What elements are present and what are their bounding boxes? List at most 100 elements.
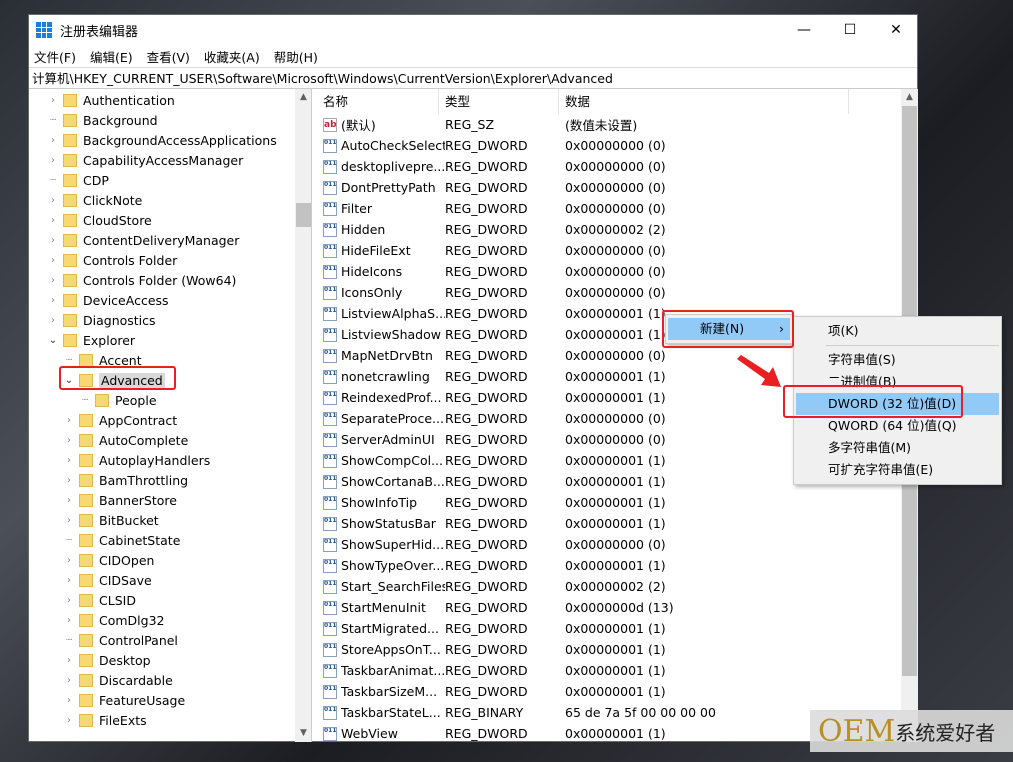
chevron-right-icon[interactable]: ›: [47, 95, 59, 106]
minimize-button[interactable]: —: [781, 15, 827, 45]
chevron-right-icon[interactable]: ›: [63, 615, 75, 626]
tree-item[interactable]: ›ClickNote: [47, 190, 142, 210]
value-row[interactable]: 011 110ShowTypeOver...REG_DWORD0x0000000…: [317, 555, 445, 576]
chevron-right-icon[interactable]: ›: [63, 715, 75, 726]
submenu-item[interactable]: QWORD (64 位)值(Q): [796, 415, 999, 437]
tree-item[interactable]: ›ContentDeliveryManager: [47, 230, 239, 250]
value-row[interactable]: 011 110ReindexedProf...REG_DWORD0x000000…: [317, 387, 445, 408]
submenu-item[interactable]: 字符串值(S): [796, 349, 999, 371]
column-name[interactable]: 名称: [317, 89, 439, 114]
value-row[interactable]: 011 110StartMenuInitREG_DWORD0x0000000d …: [317, 597, 445, 618]
chevron-right-icon[interactable]: ›: [63, 555, 75, 566]
submenu-item[interactable]: 项(K): [796, 320, 999, 342]
value-row[interactable]: 011 110ShowCortanaB...REG_DWORD0x0000000…: [317, 471, 445, 492]
tree-item[interactable]: ›CloudStore: [47, 210, 152, 230]
chevron-right-icon[interactable]: ›: [47, 255, 59, 266]
chevron-right-icon[interactable]: ›: [63, 435, 75, 446]
value-row[interactable]: 011 110nonetcrawlingREG_DWORD0x00000001 …: [317, 366, 445, 387]
tree-item[interactable]: ›CapabilityAccessManager: [47, 150, 243, 170]
chevron-right-icon[interactable]: ›: [63, 515, 75, 526]
tree-item[interactable]: ›Authentication: [47, 90, 175, 110]
chevron-down-icon[interactable]: ⌄: [47, 335, 59, 346]
tree-item[interactable]: ⌄Explorer: [47, 330, 135, 350]
value-row[interactable]: 011 110TaskbarAnimat...REG_DWORD0x000000…: [317, 660, 445, 681]
tree-item[interactable]: ›BackgroundAccessApplications: [47, 130, 277, 150]
chevron-right-icon[interactable]: ›: [63, 575, 75, 586]
value-row[interactable]: 011 110ListviewAlphaS...REG_DWORD0x00000…: [317, 303, 445, 324]
chevron-right-icon[interactable]: ›: [47, 135, 59, 146]
tree-item[interactable]: ┈Background: [47, 110, 158, 130]
value-row[interactable]: 011 110ServerAdminUIREG_DWORD0x00000000 …: [317, 429, 445, 450]
scroll-up-icon[interactable]: ▲: [295, 89, 312, 106]
value-row[interactable]: 011 110ShowCompCol...REG_DWORD0x00000001…: [317, 450, 445, 471]
value-row[interactable]: 011 110ShowInfoTipREG_DWORD0x00000001 (1…: [317, 492, 445, 513]
value-row[interactable]: 011 110AutoCheckSelectREG_DWORD0x0000000…: [317, 135, 445, 156]
chevron-right-icon[interactable]: ›: [47, 315, 59, 326]
tree-item[interactable]: ›BitBucket: [63, 510, 159, 530]
chevron-right-icon[interactable]: ›: [47, 275, 59, 286]
value-row[interactable]: 011 110MapNetDrvBtnREG_DWORD0x00000000 (…: [317, 345, 445, 366]
chevron-right-icon[interactable]: ›: [47, 215, 59, 226]
maximize-button[interactable]: ☐: [827, 15, 873, 45]
tree-scrollbar[interactable]: ▲ ▼: [295, 89, 312, 742]
chevron-right-icon[interactable]: ›: [63, 675, 75, 686]
column-type[interactable]: 类型: [439, 89, 559, 114]
value-row[interactable]: 011 110FilterREG_DWORD0x00000000 (0): [317, 198, 445, 219]
tree-item[interactable]: ›BamThrottling: [63, 470, 188, 490]
tree-item[interactable]: ›CLSID: [63, 590, 136, 610]
chevron-right-icon[interactable]: ›: [63, 475, 75, 486]
tree-item[interactable]: ┈ControlPanel: [63, 630, 178, 650]
chevron-right-icon[interactable]: ›: [63, 495, 75, 506]
value-row[interactable]: 011 110TaskbarStateL...REG_BINARY65 de 7…: [317, 702, 445, 723]
value-row[interactable]: 011 110desktoplivepre...REG_DWORD0x00000…: [317, 156, 445, 177]
menu-edit[interactable]: 编辑(E): [90, 47, 133, 66]
submenu-item[interactable]: 多字符串值(M): [796, 437, 999, 459]
tree-item[interactable]: ┈CabinetState: [63, 530, 180, 550]
tree-item[interactable]: ›Desktop: [63, 650, 151, 670]
tree-item[interactable]: ›AppContract: [63, 410, 177, 430]
tree-item[interactable]: ›BannerStore: [63, 490, 177, 510]
tree-item[interactable]: ›FileExts: [63, 710, 147, 730]
menu-view[interactable]: 查看(V): [147, 47, 190, 66]
tree-item[interactable]: ›Diagnostics: [47, 310, 156, 330]
value-row[interactable]: 011 110SeparateProce...REG_DWORD0x000000…: [317, 408, 445, 429]
tree-item[interactable]: ┈People: [79, 390, 157, 410]
value-row[interactable]: 011 110HideFileExtREG_DWORD0x00000000 (0…: [317, 240, 445, 261]
value-row[interactable]: 011 110ShowSuperHid...REG_DWORD0x0000000…: [317, 534, 445, 555]
tree-item[interactable]: ›Controls Folder: [47, 250, 177, 270]
menu-file[interactable]: 文件(F): [34, 47, 76, 66]
value-row[interactable]: 011 110IconsOnlyREG_DWORD0x00000000 (0): [317, 282, 445, 303]
menu-help[interactable]: 帮助(H): [274, 47, 318, 66]
value-row[interactable]: 011 110Start_SearchFilesREG_DWORD0x00000…: [317, 576, 445, 597]
address-bar[interactable]: 计算机\HKEY_CURRENT_USER\Software\Microsoft…: [29, 67, 917, 89]
chevron-right-icon[interactable]: ›: [63, 655, 75, 666]
chevron-right-icon[interactable]: ›: [63, 595, 75, 606]
scrollbar-thumb[interactable]: [296, 203, 311, 227]
tree-item[interactable]: ›AutoComplete: [63, 430, 188, 450]
chevron-right-icon[interactable]: ›: [47, 195, 59, 206]
tree-item[interactable]: ›AutoplayHandlers: [63, 450, 210, 470]
scroll-down-icon[interactable]: ▼: [295, 725, 312, 742]
value-row[interactable]: ab(默认)REG_SZ(数值未设置): [317, 114, 445, 135]
column-data[interactable]: 数据: [559, 89, 849, 114]
value-row[interactable]: 011 110ShowStatusBarREG_DWORD0x00000001 …: [317, 513, 445, 534]
value-row[interactable]: 011 110HiddenREG_DWORD0x00000002 (2): [317, 219, 445, 240]
chevron-right-icon[interactable]: ›: [47, 295, 59, 306]
chevron-right-icon[interactable]: ›: [63, 415, 75, 426]
value-row[interactable]: 011 110WebViewREG_DWORD0x00000001 (1): [317, 723, 445, 742]
submenu-item[interactable]: 可扩充字符串值(E): [796, 459, 999, 481]
value-row[interactable]: 011 110ListviewShadowREG_DWORD0x00000001…: [317, 324, 445, 345]
tree-item[interactable]: ›ComDlg32: [63, 610, 165, 630]
tree-item[interactable]: ›CIDSave: [63, 570, 152, 590]
tree-item[interactable]: ›Controls Folder (Wow64): [47, 270, 236, 290]
tree-item[interactable]: ›DeviceAccess: [47, 290, 169, 310]
menu-favorites[interactable]: 收藏夹(A): [204, 47, 260, 66]
tree-item[interactable]: ┈CDP: [47, 170, 109, 190]
close-button[interactable]: ✕: [873, 15, 919, 45]
tree-item[interactable]: ›Discardable: [63, 670, 173, 690]
value-row[interactable]: 011 110StartMigrated...REG_DWORD0x000000…: [317, 618, 445, 639]
tree-item[interactable]: ›CIDOpen: [63, 550, 154, 570]
value-row[interactable]: 011 110TaskbarSizeM...REG_DWORD0x0000000…: [317, 681, 445, 702]
tree-item[interactable]: ›FeatureUsage: [63, 690, 185, 710]
value-row[interactable]: 011 110DontPrettyPathREG_DWORD0x00000000…: [317, 177, 445, 198]
